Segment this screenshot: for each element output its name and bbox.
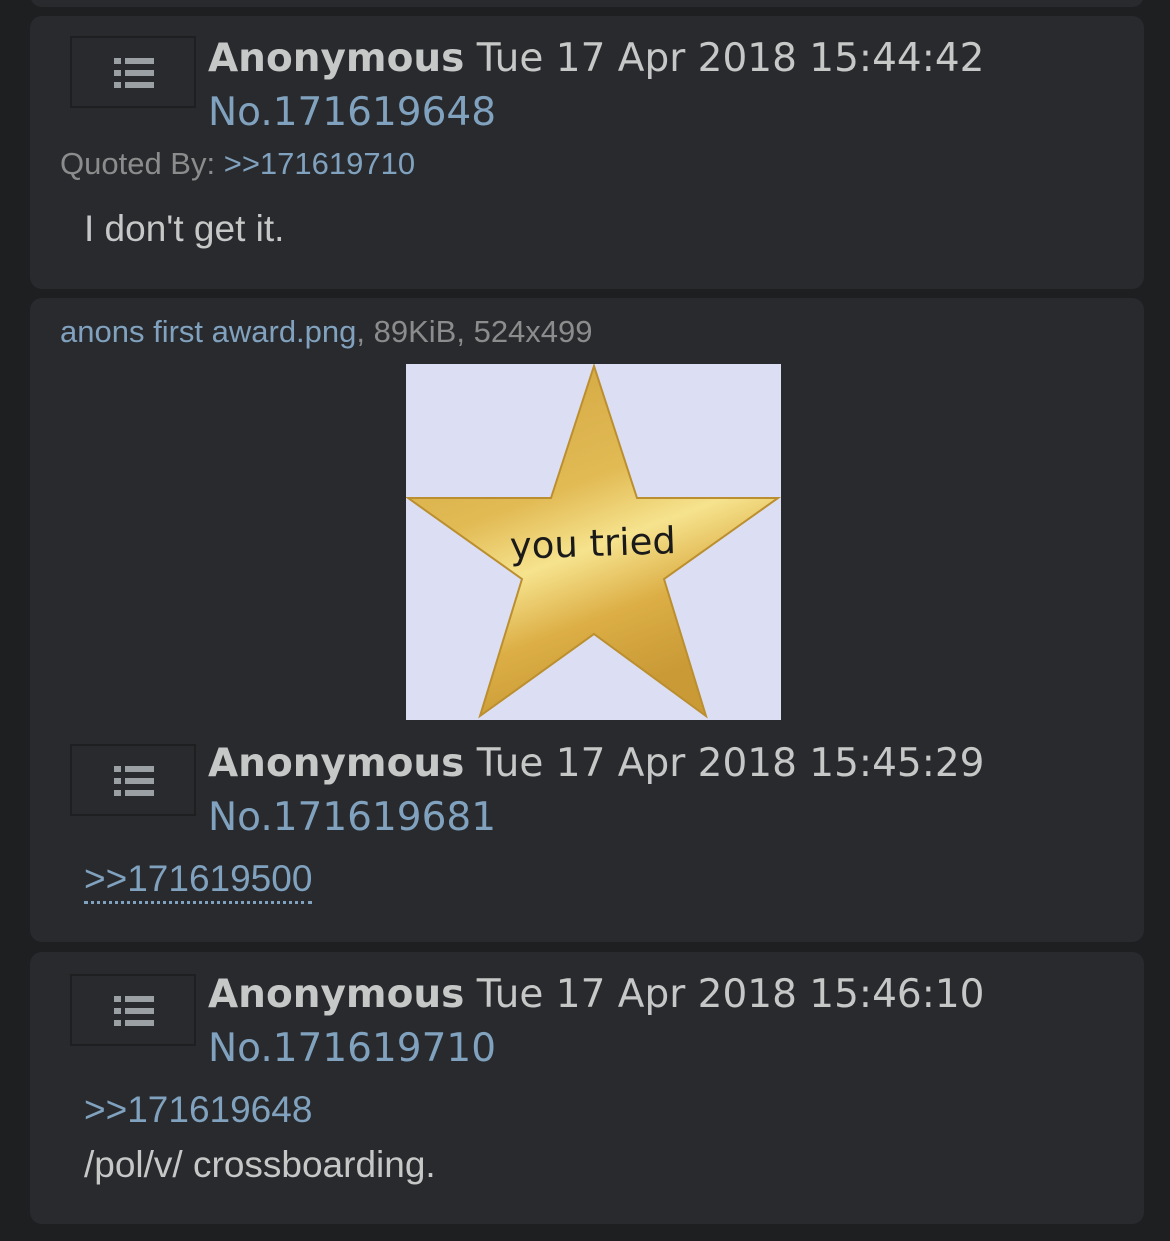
post: anons first award.png, 89KiB, 524x499 yo… bbox=[30, 298, 1144, 942]
post-date: Tue 17 Apr 2018 15:45:29 bbox=[476, 741, 985, 786]
post-menu-button[interactable] bbox=[70, 974, 196, 1046]
list-icon bbox=[114, 996, 154, 1026]
post-text: /pol/v/ crossboarding. bbox=[84, 1144, 436, 1185]
post-date: Tue 17 Apr 2018 15:44:42 bbox=[476, 36, 985, 81]
list-icon bbox=[114, 766, 154, 796]
post-number[interactable]: No.171619681 bbox=[208, 795, 496, 840]
poster-name: Anonymous bbox=[208, 36, 465, 81]
post-header: Anonymous Tue 17 Apr 2018 15:45:29 No.17… bbox=[208, 737, 984, 845]
post-message: >>171619500 bbox=[84, 851, 313, 906]
poster-name: Anonymous bbox=[208, 972, 465, 1017]
quoted-by-label: Quoted By: bbox=[60, 146, 216, 181]
post-menu-button[interactable] bbox=[70, 36, 196, 108]
poster-name: Anonymous bbox=[208, 741, 465, 786]
image-caption: you tried bbox=[509, 519, 676, 568]
post-header: Anonymous Tue 17 Apr 2018 15:46:10 No.17… bbox=[208, 968, 984, 1076]
quoted-by: Quoted By: >>171619710 bbox=[60, 146, 415, 182]
post: Anonymous Tue 17 Apr 2018 15:46:10 No.17… bbox=[30, 952, 1144, 1224]
file-info: anons first award.png, 89KiB, 524x499 bbox=[60, 314, 593, 350]
quoted-by-link[interactable]: >>171619710 bbox=[224, 146, 415, 181]
post-date: Tue 17 Apr 2018 15:46:10 bbox=[476, 972, 985, 1017]
post-message: I don't get it. bbox=[84, 208, 285, 249]
post-menu-button[interactable] bbox=[70, 744, 196, 816]
attached-image[interactable]: you tried bbox=[404, 362, 782, 720]
quote-link[interactable]: >>171619648 bbox=[84, 1089, 312, 1130]
list-icon bbox=[114, 58, 154, 88]
star-award-image: you tried bbox=[404, 362, 782, 719]
file-meta: , 89KiB, 524x499 bbox=[356, 314, 593, 349]
post-message: >>171619648 /pol/v/ crossboarding. bbox=[84, 1082, 436, 1192]
file-name-link[interactable]: anons first award.png bbox=[60, 314, 356, 349]
post-header: Anonymous Tue 17 Apr 2018 15:44:42 No.17… bbox=[208, 32, 984, 140]
quote-link[interactable]: >>171619500 bbox=[84, 858, 313, 904]
post-number[interactable]: No.171619710 bbox=[208, 1026, 496, 1071]
post: Anonymous Tue 17 Apr 2018 15:44:42 No.17… bbox=[30, 16, 1144, 289]
previous-post-edge bbox=[30, 0, 1144, 7]
post-number[interactable]: No.171619648 bbox=[208, 90, 496, 135]
